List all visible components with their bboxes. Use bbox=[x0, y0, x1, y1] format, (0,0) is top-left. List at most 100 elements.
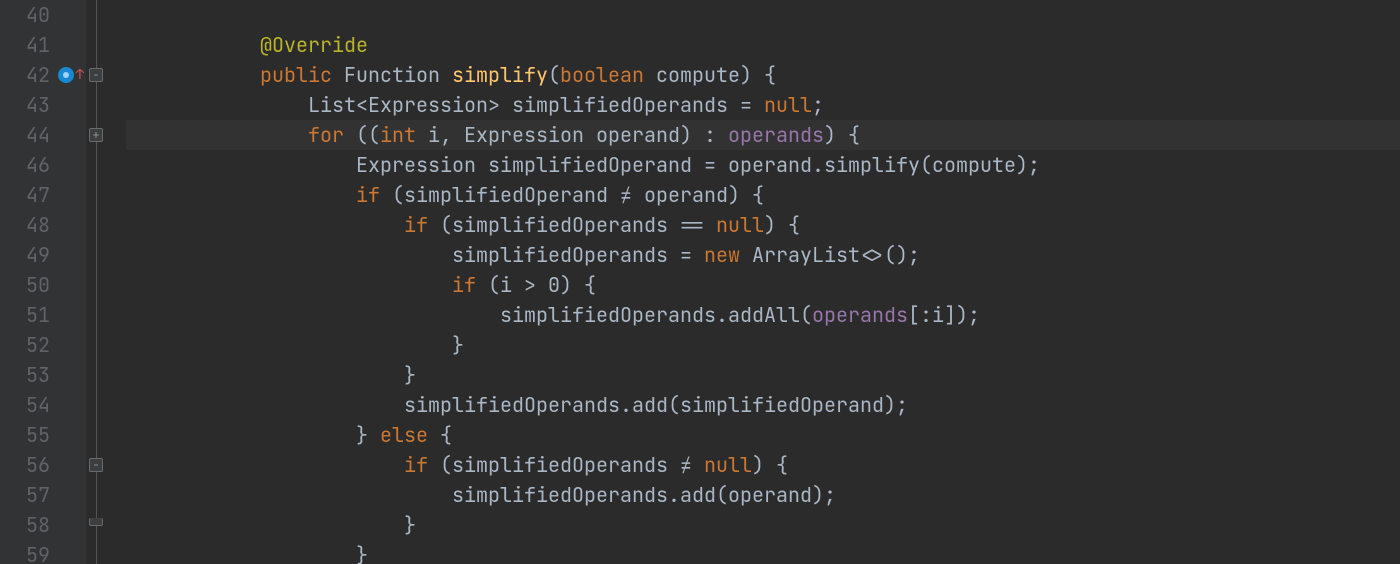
code-editor[interactable]: 40414243444647484950515253545556575859 ↑… bbox=[0, 0, 1400, 564]
line-number: 40 bbox=[0, 0, 50, 30]
code-token: ArrayList bbox=[752, 242, 860, 268]
code-token: if bbox=[404, 212, 440, 238]
code-token bbox=[164, 152, 356, 178]
code-token: ≠ bbox=[620, 182, 632, 208]
line-number: 42 bbox=[0, 60, 50, 90]
code-line[interactable]: Expression simplifiedOperand = operand.s… bbox=[126, 150, 1400, 180]
line-number: 43 bbox=[0, 90, 50, 120]
code-line[interactable]: if (i > 0) { bbox=[126, 270, 1400, 300]
code-token: new bbox=[704, 242, 752, 268]
code-token bbox=[164, 122, 308, 148]
code-line[interactable]: } else { bbox=[126, 420, 1400, 450]
code-token: compute bbox=[656, 62, 740, 88]
code-token: Expression simplifiedOperand = operand.s… bbox=[356, 152, 1040, 178]
navigate-up-icon: ↑ bbox=[76, 60, 84, 90]
code-token: simplifiedOperands.add(operand); bbox=[452, 482, 836, 508]
code-token: 0 bbox=[548, 272, 560, 298]
code-token bbox=[164, 212, 404, 238]
code-line[interactable]: for ((int i, Expression operand) : opera… bbox=[126, 120, 1400, 150]
code-token: List<Expression> simplifiedOperands = bbox=[308, 92, 764, 118]
line-number: 41 bbox=[0, 30, 50, 60]
line-number: 50 bbox=[0, 270, 50, 300]
code-token bbox=[164, 422, 356, 448]
code-token: simplifiedOperands.addAll( bbox=[500, 302, 812, 328]
code-token: operands bbox=[728, 122, 824, 148]
implements-marker[interactable]: ↑ bbox=[56, 60, 86, 90]
code-token: simplifiedOperands.add(simplifiedOperand… bbox=[404, 392, 908, 418]
code-token: public bbox=[260, 62, 344, 88]
code-token: ) { bbox=[752, 452, 788, 478]
code-token bbox=[164, 62, 260, 88]
code-token: Expression operand bbox=[464, 122, 680, 148]
code-line[interactable]: if (simplifiedOperands == null) { bbox=[126, 210, 1400, 240]
code-token bbox=[164, 332, 452, 358]
code-token: (); bbox=[884, 242, 920, 268]
code-token: { bbox=[440, 422, 452, 448]
code-line[interactable]: simplifiedOperands.add(operand); bbox=[126, 480, 1400, 510]
code-token: int bbox=[380, 122, 428, 148]
code-line[interactable]: if (simplifiedOperand ≠ operand) { bbox=[126, 180, 1400, 210]
fold-collapse-icon[interactable]: − bbox=[89, 68, 103, 82]
code-token: (simplifiedOperand bbox=[392, 182, 620, 208]
code-token: null bbox=[704, 452, 752, 478]
override-circle-icon bbox=[58, 67, 74, 83]
fold-expand-icon[interactable]: + bbox=[89, 128, 103, 142]
code-token bbox=[164, 392, 404, 418]
code-line[interactable]: simplifiedOperands.addAll(operands[:i]); bbox=[126, 300, 1400, 330]
code-line[interactable]: } bbox=[126, 510, 1400, 540]
code-line[interactable]: if (simplifiedOperands ≠ null) { bbox=[126, 450, 1400, 480]
code-token bbox=[164, 92, 308, 118]
code-token: (simplifiedOperands bbox=[440, 452, 680, 478]
code-area[interactable]: @Override public Function simplify(boole… bbox=[126, 0, 1400, 564]
fold-end-icon[interactable] bbox=[89, 518, 103, 526]
line-number: 48 bbox=[0, 210, 50, 240]
code-token: (( bbox=[356, 122, 380, 148]
code-line[interactable]: public Function simplify(boolean compute… bbox=[126, 60, 1400, 90]
code-token bbox=[164, 182, 356, 208]
code-token bbox=[164, 482, 452, 508]
code-token bbox=[164, 452, 404, 478]
code-token bbox=[164, 542, 356, 564]
code-token bbox=[164, 32, 260, 58]
code-line[interactable]: @Override bbox=[126, 30, 1400, 60]
code-token: ( bbox=[548, 62, 560, 88]
code-line[interactable]: simplifiedOperands.add(simplifiedOperand… bbox=[126, 390, 1400, 420]
code-token: @Override bbox=[260, 32, 368, 58]
code-line[interactable]: List<Expression> simplifiedOperands = nu… bbox=[126, 90, 1400, 120]
line-number: 51 bbox=[0, 300, 50, 330]
line-number: 47 bbox=[0, 180, 50, 210]
line-number-gutter: 40414243444647484950515253545556575859 bbox=[0, 0, 56, 564]
line-number: 57 bbox=[0, 480, 50, 510]
code-token: } bbox=[356, 422, 380, 448]
code-token: ) { bbox=[560, 272, 596, 298]
code-token bbox=[704, 212, 716, 238]
line-number: 59 bbox=[0, 540, 50, 564]
code-token: if bbox=[356, 182, 392, 208]
code-token: null bbox=[716, 212, 764, 238]
code-token bbox=[692, 452, 704, 478]
fold-collapse-icon[interactable]: − bbox=[89, 458, 103, 472]
code-token bbox=[164, 302, 500, 328]
code-line[interactable] bbox=[126, 0, 1400, 30]
code-token: ) { bbox=[824, 122, 860, 148]
code-token: simplify bbox=[452, 62, 548, 88]
code-token: operand) { bbox=[632, 182, 764, 208]
code-line[interactable]: } bbox=[126, 360, 1400, 390]
code-token: , bbox=[440, 122, 464, 148]
line-number: 49 bbox=[0, 240, 50, 270]
code-line[interactable]: } bbox=[126, 540, 1400, 564]
code-token bbox=[164, 242, 452, 268]
code-line[interactable]: } bbox=[126, 330, 1400, 360]
code-token bbox=[164, 362, 404, 388]
line-number: 56 bbox=[0, 450, 50, 480]
code-token: if bbox=[452, 272, 488, 298]
code-token: ) { bbox=[764, 212, 800, 238]
code-token: } bbox=[404, 362, 416, 388]
code-token: } bbox=[404, 512, 416, 538]
code-token: else bbox=[380, 422, 440, 448]
line-number: 58 bbox=[0, 510, 50, 540]
code-token: i bbox=[428, 122, 440, 148]
line-number: 54 bbox=[0, 390, 50, 420]
code-line[interactable]: simplifiedOperands = new ArrayList<>(); bbox=[126, 240, 1400, 270]
code-token: ; bbox=[812, 92, 824, 118]
